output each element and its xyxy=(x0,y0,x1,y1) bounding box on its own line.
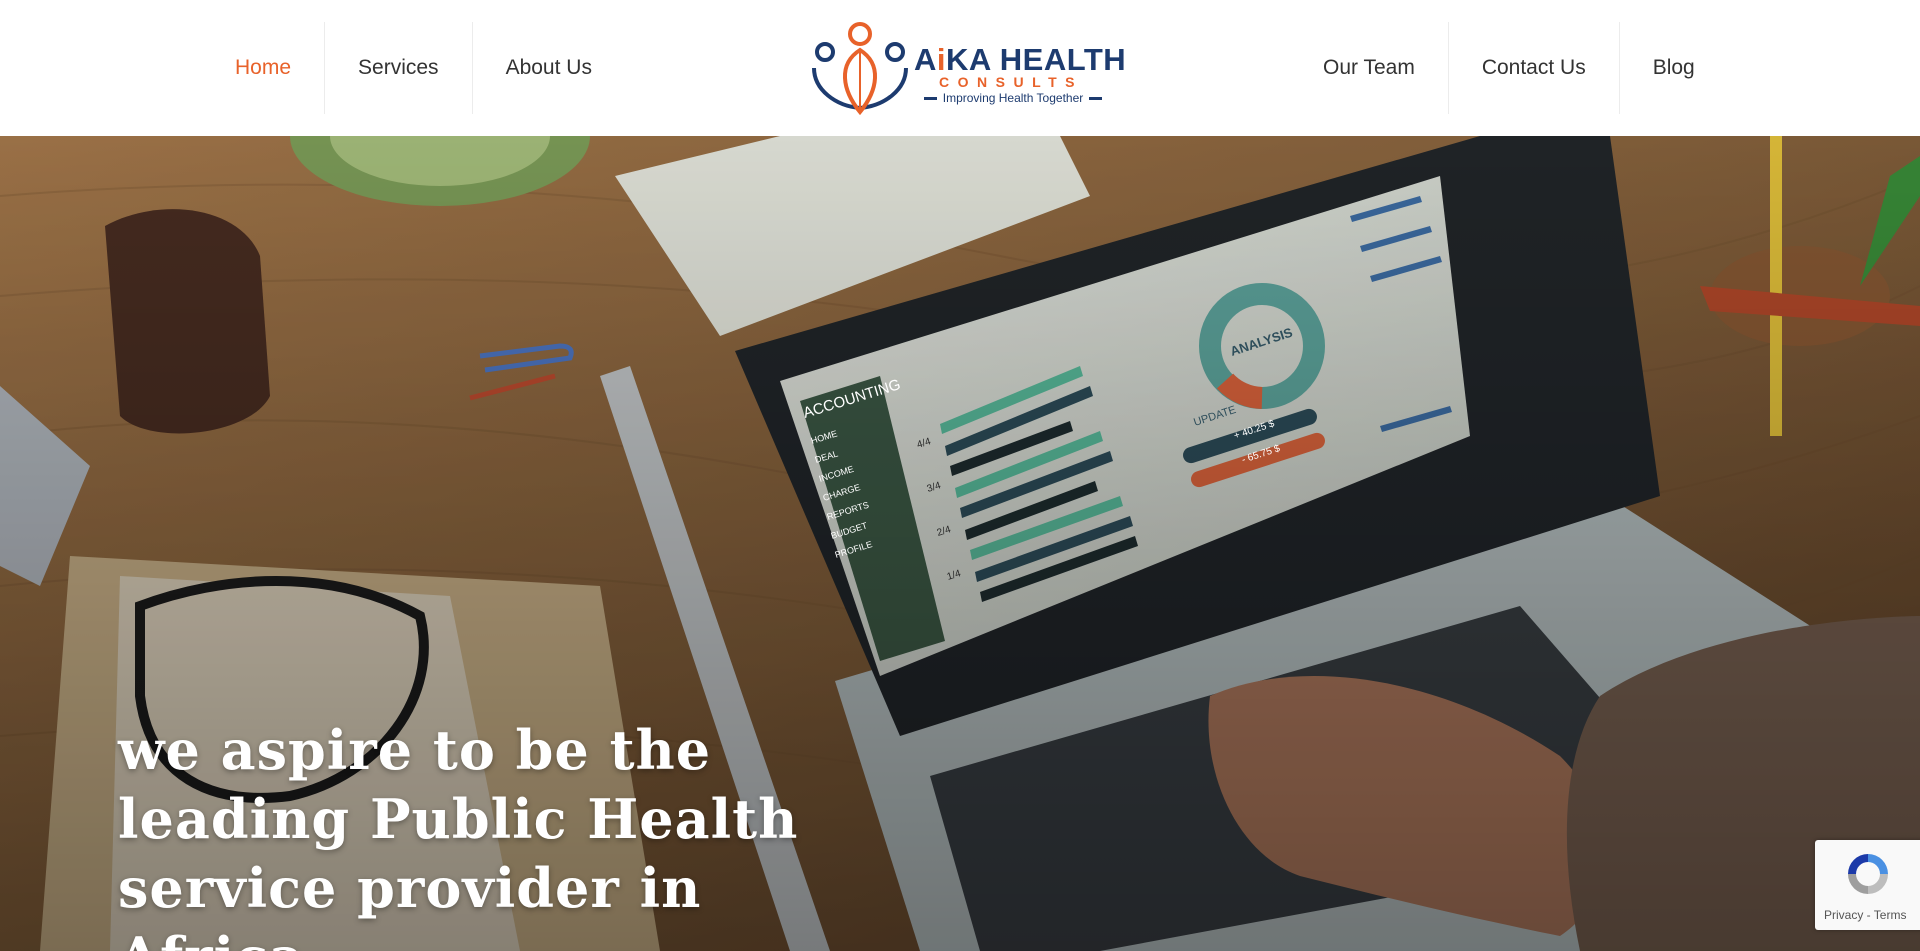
recaptcha-links: Privacy - Terms xyxy=(1815,908,1920,922)
nav-home[interactable]: Home xyxy=(202,22,324,114)
logo-tagline: Improving Health Together xyxy=(916,90,1110,106)
nav-contact-us[interactable]: Contact Us xyxy=(1447,22,1619,114)
nav-blog[interactable]: Blog xyxy=(1618,22,1728,114)
hero-section: ACCOUNTING ANALYSIS UPDATE + 40.25 $ - 6… xyxy=(0,136,1920,951)
logo-subtitle: CONSULTS xyxy=(939,74,1083,90)
hero-heading: we aspire to be the leading Public Healt… xyxy=(118,718,799,951)
tagline-bar-left xyxy=(923,96,937,100)
recaptcha-separator: - xyxy=(1863,908,1874,922)
recaptcha-terms-link[interactable]: Terms xyxy=(1874,908,1907,922)
primary-nav-right: Our Team Contact Us Blog xyxy=(1290,22,1728,114)
logo-title: AiKA HEALTH xyxy=(914,42,1127,77)
tagline-bar-right xyxy=(1089,96,1103,100)
recaptcha-icon xyxy=(1848,854,1888,894)
site-logo[interactable]: AiKA HEALTH CONSULTS Improving Health To… xyxy=(808,20,1126,116)
nav-about-us[interactable]: About Us xyxy=(471,22,625,114)
recaptcha-badge[interactable]: Privacy - Terms xyxy=(1815,840,1920,930)
nav-services[interactable]: Services xyxy=(324,22,472,114)
people-logo-icon xyxy=(812,22,908,116)
site-header: Home Services About Us AiKA HEALTH CONSU… xyxy=(0,0,1920,136)
primary-nav-left: Home Services About Us xyxy=(202,22,625,114)
nav-our-team[interactable]: Our Team xyxy=(1290,22,1448,114)
recaptcha-privacy-link[interactable]: Privacy xyxy=(1824,908,1863,922)
tagline-text: Improving Health Together xyxy=(942,91,1084,105)
